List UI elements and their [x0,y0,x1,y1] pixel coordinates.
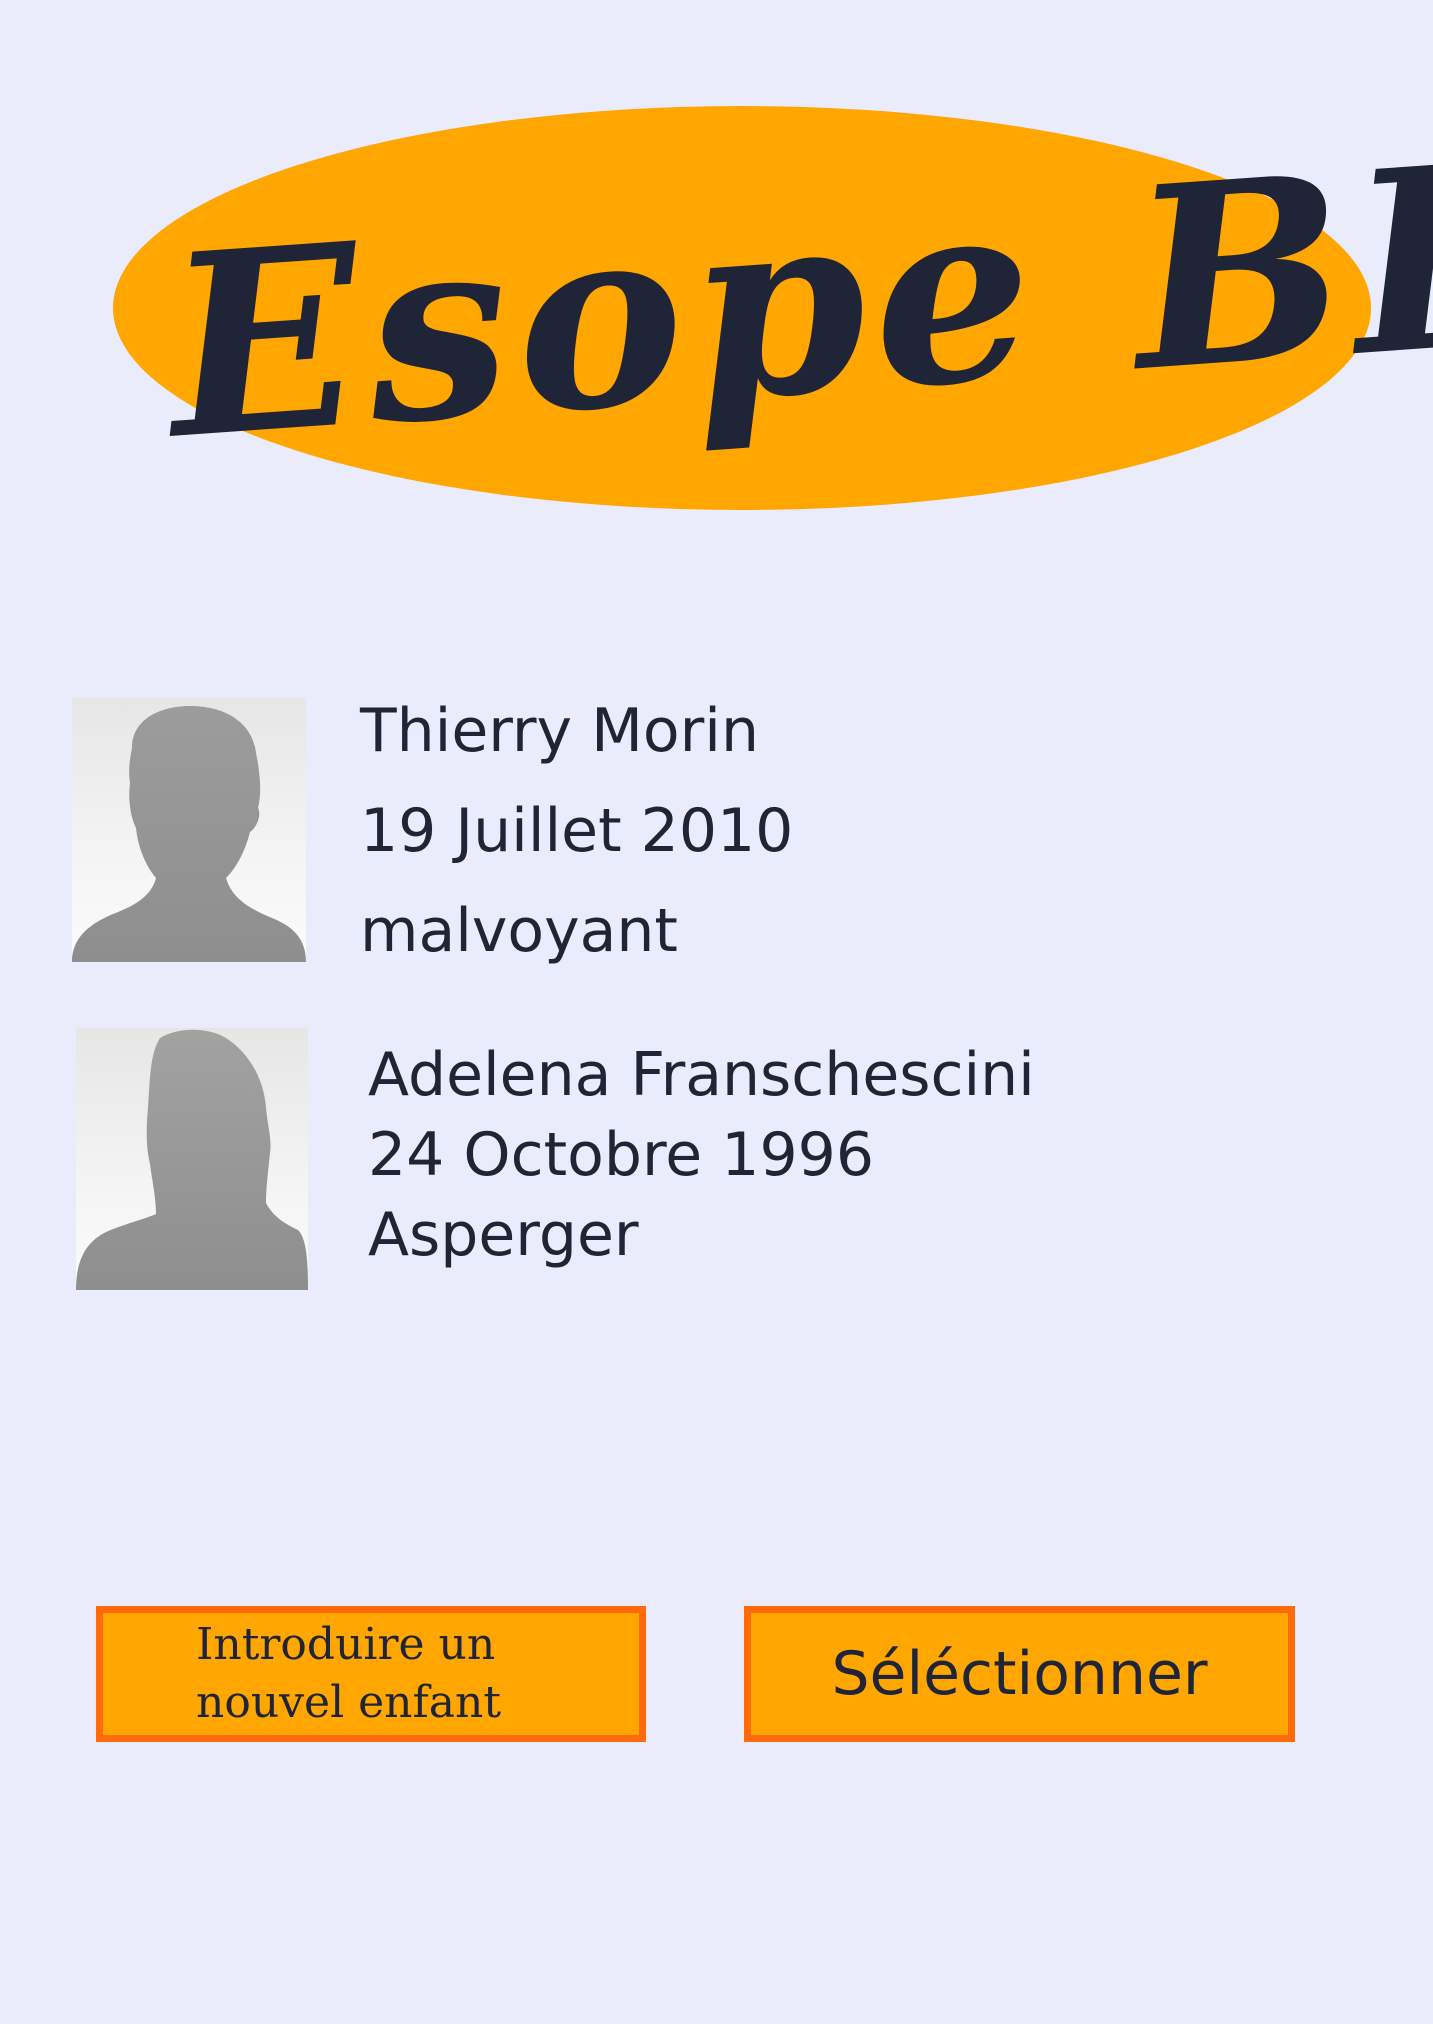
child-condition: malvoyant [360,896,678,966]
child-info: Adelena Franschescini 24 Octobre 1996 As… [368,1042,1035,1282]
avatar [76,1028,308,1290]
child-birth-date: 19 Juillet 2010 [360,796,794,866]
child-profile-card[interactable]: Adelena Franschescini 24 Octobre 1996 As… [0,1026,1433,1290]
avatar [72,698,306,962]
select-button-label: Séléctionner [831,1639,1208,1709]
select-button[interactable]: Séléctionner [744,1606,1295,1742]
add-child-label-line1: Introduire un [196,1619,496,1670]
person-silhouette-icon [76,1029,308,1290]
add-child-button[interactable]: Introduire un nouvel enfant [96,1606,646,1742]
child-name: Thierry Morin [360,696,759,766]
child-profile-card[interactable]: Thierry Morin 19 Juillet 2010 malvoyant [0,698,1433,964]
child-birth-date: 24 Octobre 1996 [368,1120,874,1190]
person-silhouette-icon [72,706,306,962]
add-child-button-label: Introduire un nouvel enfant [196,1616,506,1732]
child-info: Thierry Morin 19 Juillet 2010 malvoyant [360,698,793,998]
add-child-label-line2: nouvel enfant [196,1677,502,1728]
child-condition: Asperger [368,1200,639,1270]
child-name: Adelena Franschescini [368,1040,1035,1110]
